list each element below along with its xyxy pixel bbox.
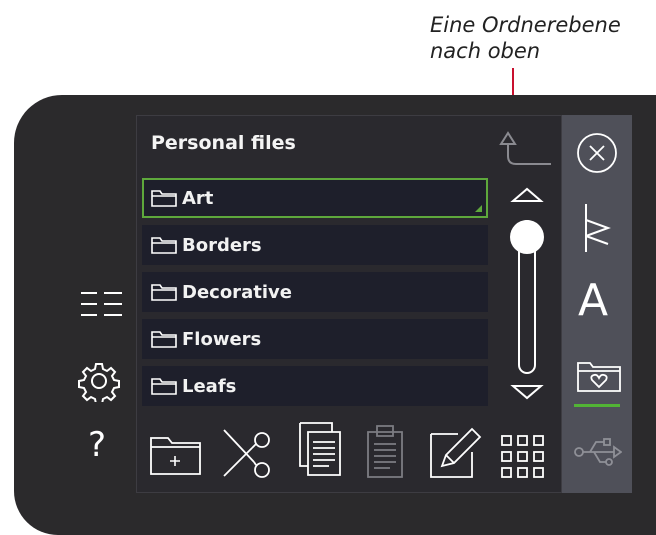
copy-icon[interactable] bbox=[296, 420, 348, 482]
scroll-thumb[interactable] bbox=[510, 220, 544, 254]
folder-icon bbox=[151, 190, 177, 207]
help-question-icon[interactable]: ? bbox=[88, 425, 106, 465]
list-item-decorative[interactable]: Decorative bbox=[142, 272, 488, 312]
usb-icon[interactable] bbox=[574, 436, 623, 472]
folder-icon bbox=[151, 237, 177, 254]
annotation-callout: Eine Ordnerebene nach oben bbox=[430, 12, 652, 64]
list-item-label: Decorative bbox=[182, 281, 292, 303]
personal-folder-icon[interactable] bbox=[576, 359, 622, 397]
annotation-line-2: nach oben bbox=[430, 39, 541, 63]
folder-icon bbox=[151, 378, 177, 395]
list-item-label: Flowers bbox=[182, 328, 262, 350]
scroll-up-arrow-icon[interactable] bbox=[510, 187, 544, 202]
stitch-menu-icon[interactable] bbox=[578, 200, 616, 260]
cut-icon[interactable] bbox=[218, 424, 276, 484]
up-one-level-icon[interactable] bbox=[497, 124, 553, 174]
active-tab-indicator bbox=[574, 404, 620, 407]
file-list: Art Borders Decorative Flowers Leafs bbox=[142, 178, 488, 413]
folder-icon bbox=[151, 331, 177, 348]
panel-title: Personal files bbox=[151, 132, 296, 154]
view-grid-icon[interactable] bbox=[500, 434, 546, 484]
paste-icon[interactable] bbox=[362, 422, 408, 484]
settings-gear-icon[interactable] bbox=[78, 360, 120, 406]
scroll-down-arrow-icon[interactable] bbox=[510, 385, 544, 400]
list-item-label: Art bbox=[182, 187, 214, 209]
folder-icon bbox=[151, 284, 177, 301]
new-folder-icon[interactable] bbox=[148, 428, 204, 482]
font-icon[interactable]: A bbox=[578, 275, 608, 327]
selection-corner-marker bbox=[475, 205, 482, 212]
menu-lines-icon[interactable] bbox=[80, 289, 124, 323]
list-item-flowers[interactable]: Flowers bbox=[142, 319, 488, 359]
scrollbar[interactable] bbox=[505, 185, 549, 407]
close-icon[interactable] bbox=[574, 130, 620, 180]
rename-icon[interactable] bbox=[428, 424, 484, 484]
list-item-label: Leafs bbox=[182, 375, 237, 397]
list-item-art[interactable]: Art bbox=[142, 178, 488, 218]
list-item-borders[interactable]: Borders bbox=[142, 225, 488, 265]
list-item-label: Borders bbox=[182, 234, 262, 256]
list-item-leafs[interactable]: Leafs bbox=[142, 366, 488, 406]
annotation-line-1: Eine Ordnerebene bbox=[430, 13, 621, 37]
